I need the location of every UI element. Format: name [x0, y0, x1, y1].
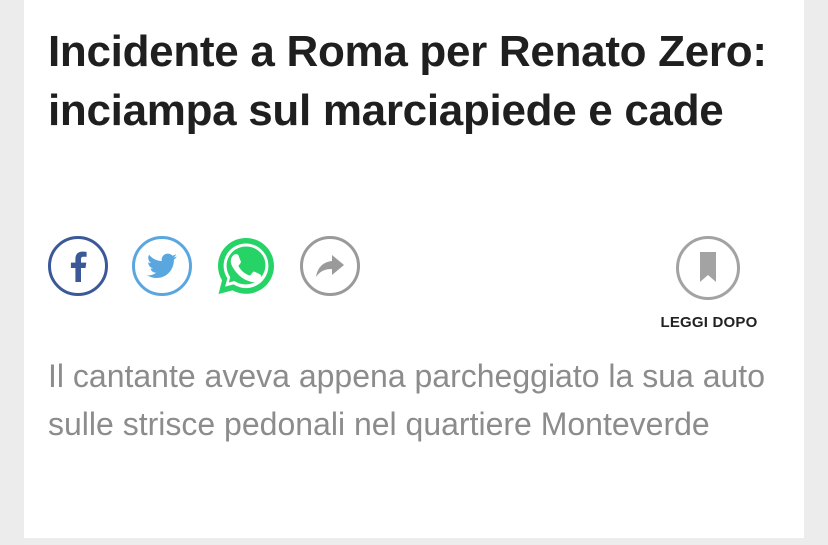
read-later-button[interactable]: LEGGI DOPO [654, 236, 764, 336]
share-icon [316, 255, 344, 277]
bookmark-icon [700, 252, 716, 282]
bookmark-circle [676, 236, 740, 300]
whatsapp-icon [218, 238, 274, 294]
more-share-button[interactable] [300, 236, 360, 296]
twitter-icon [147, 253, 177, 278]
read-later-label: LEGGI DOPO [660, 314, 758, 331]
whatsapp-share-button[interactable] [214, 234, 278, 298]
twitter-share-button[interactable] [132, 236, 192, 296]
facebook-icon [70, 251, 87, 282]
article-card: Incidente a Roma per Renato Zero: inciam… [24, 0, 804, 538]
facebook-share-button[interactable] [48, 236, 108, 296]
article-headline[interactable]: Incidente a Roma per Renato Zero: inciam… [48, 22, 788, 140]
article-summary: Il cantante aveva appena parcheggiato la… [48, 358, 765, 442]
